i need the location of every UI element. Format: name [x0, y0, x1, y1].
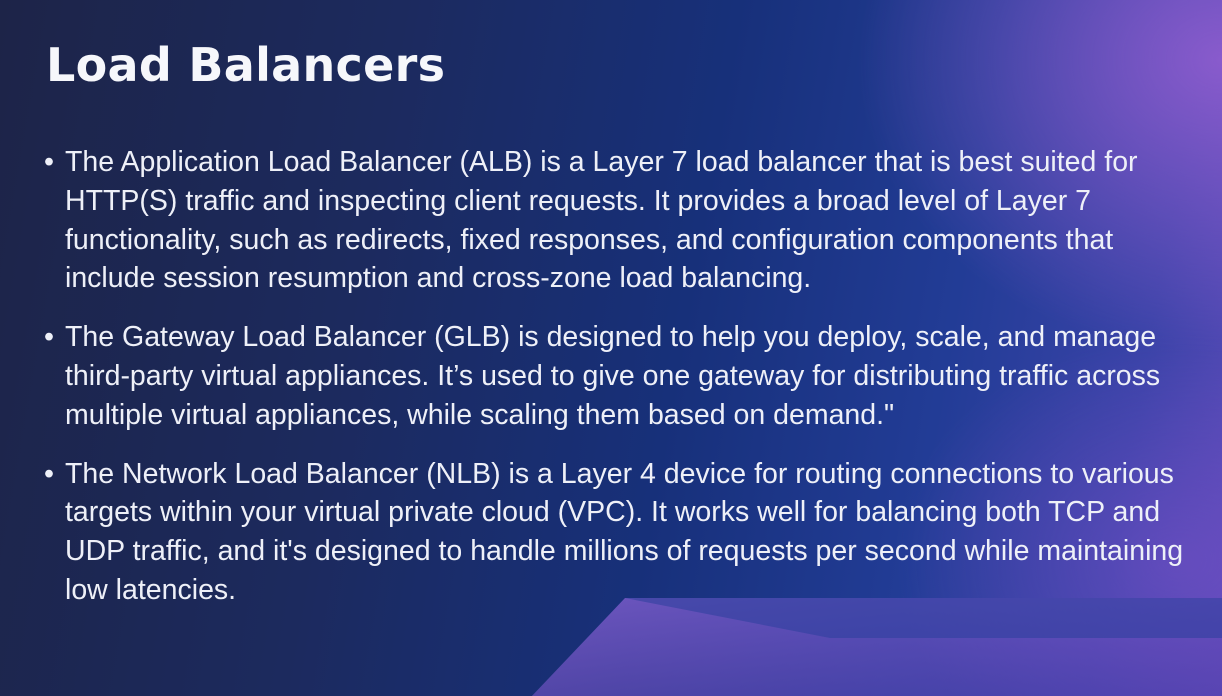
slide: Load Balancers • The Application Load Ba… [0, 0, 1222, 696]
bullet-dot: • [44, 146, 54, 178]
bullet-text-nlb: The Network Load Balancer (NLB) is a Lay… [65, 457, 1184, 606]
bullet-dot: • [44, 457, 54, 490]
bullet-dot: • [44, 321, 54, 354]
slide-title: Load Balancers [46, 38, 446, 92]
bullet-text-alb: The Application Load Balancer (ALB) is a… [65, 146, 1138, 295]
bullet-list: • The Application Load Balancer (ALB) is… [44, 143, 1194, 630]
bullet-text-glb: The Gateway Load Balancer (GLB) is desig… [65, 321, 1161, 431]
bullet-item-nlb: • The Network Load Balancer (NLB) is a L… [44, 455, 1194, 610]
bullet-item-alb: • The Application Load Balancer (ALB) is… [44, 143, 1194, 298]
bullet-item-glb: • The Gateway Load Balancer (GLB) is des… [44, 318, 1194, 434]
